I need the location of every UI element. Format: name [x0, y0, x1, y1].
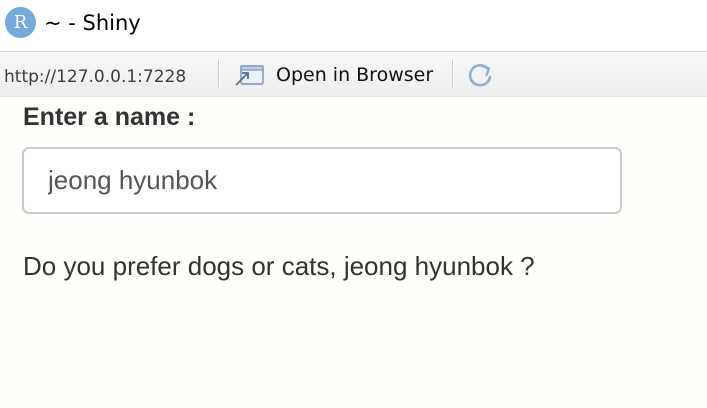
- open-in-browser-label: Open in Browser: [276, 64, 434, 86]
- name-input[interactable]: [22, 147, 622, 214]
- greeting-output: Do you prefer dogs or cats, jeong hyunbo…: [23, 251, 535, 281]
- refresh-button[interactable]: [464, 60, 498, 92]
- r-app-icon: R: [5, 7, 36, 38]
- open-in-browser-button[interactable]: Open in Browser: [232, 60, 433, 90]
- window-title: ~ - Shiny: [44, 11, 141, 35]
- name-input-label: Enter a name :: [23, 103, 196, 131]
- toolbar-separator: [452, 60, 453, 88]
- open-in-browser-icon: [232, 60, 266, 90]
- toolbar-separator: [218, 60, 219, 88]
- url-display[interactable]: http://127.0.0.1:7228: [4, 67, 186, 87]
- refresh-icon: [464, 64, 498, 96]
- viewer-toolbar: http://127.0.0.1:7228 Open in Browser: [0, 51, 707, 97]
- window-titlebar: R ~ - Shiny: [0, 0, 707, 50]
- shiny-app-content: Enter a name : Do you prefer dogs or cat…: [0, 96, 707, 408]
- app-icon-letter: R: [13, 12, 28, 33]
